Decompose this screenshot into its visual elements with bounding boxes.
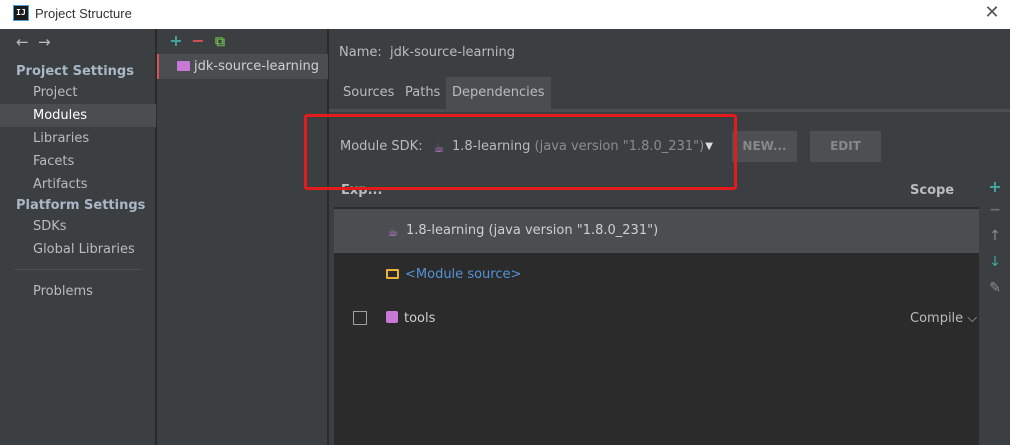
module-source-row-label: <Module source> (386, 253, 521, 297)
nav-item-modules[interactable]: Modules (0, 104, 156, 127)
module-folder-icon (177, 61, 190, 71)
column-scope[interactable]: Scope (910, 183, 954, 198)
module-sdk-label: Module SDK: (340, 139, 423, 154)
table-row[interactable]: <Module source> (334, 253, 979, 297)
table-row[interactable]: ☕ 1.8-learning (java version "1.8.0_231") (334, 209, 979, 253)
module-list-panel: + − ⧉ jdk-source-learning (157, 29, 328, 445)
module-item-label: jdk-source-learning (194, 59, 319, 74)
tab-strip-divider (329, 109, 1010, 112)
tools-text: tools (404, 311, 436, 326)
section-project-settings: Project Settings (16, 64, 134, 79)
window-title: Project Structure (35, 6, 132, 21)
remove-dependency-icon[interactable]: − (980, 202, 1010, 218)
sdk-name: 1.8-learning (452, 139, 531, 154)
nav-divider (14, 269, 142, 270)
module-sdk-dropdown[interactable]: ☕ 1.8-learning (java version "1.8.0_231")… (424, 133, 719, 161)
move-down-icon[interactable]: ↓ (980, 254, 1010, 270)
java-icon: ☕ (387, 225, 399, 239)
nav-item-problems[interactable]: Problems (0, 280, 156, 303)
scope-dropdown[interactable]: Compile ⌵ (910, 297, 977, 341)
java-icon: ☕ (433, 141, 445, 155)
dropdown-arrow-icon: ▼ (705, 141, 713, 152)
new-sdk-button[interactable]: NEW... (732, 131, 797, 162)
add-dependency-icon[interactable]: + (980, 177, 1010, 196)
nav-item-artifacts[interactable]: Artifacts (0, 173, 156, 196)
section-platform-settings: Platform Settings (16, 198, 146, 213)
module-source-text: <Module source> (405, 267, 522, 282)
edit-sdk-button[interactable]: EDIT (810, 131, 881, 162)
nav-item-sdks[interactable]: SDKs (0, 215, 156, 238)
sdk-version: (java version "1.8.0_231") (534, 139, 705, 154)
name-label: Name: (339, 45, 382, 60)
back-arrow-icon[interactable]: ← (16, 33, 38, 51)
dependencies-toolbar: + − ↑ ↓ ✎ (980, 174, 1010, 445)
nav-item-facets[interactable]: Facets (0, 150, 156, 173)
forward-arrow-icon[interactable]: → (38, 33, 60, 51)
module-editor: Name: jdk-source-learning Sources Paths … (329, 29, 1010, 445)
sdk-dependency-text: 1.8-learning (java version "1.8.0_231") (406, 223, 659, 238)
history-nav: ← → (16, 33, 76, 55)
tab-dependencies[interactable]: Dependencies (446, 77, 551, 109)
settings-nav: ← → Project Settings Project Modules Libr… (0, 29, 156, 445)
module-item[interactable]: jdk-source-learning (157, 54, 328, 79)
move-up-icon[interactable]: ↑ (980, 228, 1010, 244)
library-icon (386, 311, 398, 323)
title-bar: IJ Project Structure ✕ (0, 0, 1010, 29)
tab-sources[interactable]: Sources (337, 77, 400, 109)
add-module-icon[interactable]: + (165, 31, 187, 50)
dependencies-table: Exp... Scope ☕ 1.8-learning (java version… (334, 174, 979, 445)
module-toolbar: + − ⧉ (165, 31, 231, 53)
export-checkbox[interactable] (353, 311, 367, 325)
folder-icon (386, 269, 399, 279)
tools-row-label: tools (386, 297, 435, 341)
table-row[interactable]: tools Compile ⌵ (334, 297, 979, 341)
remove-module-icon[interactable]: − (187, 31, 209, 50)
column-export[interactable]: Exp... (341, 183, 382, 198)
nav-item-global-libraries[interactable]: Global Libraries (0, 238, 156, 261)
sdk-dependency-row-label: ☕ 1.8-learning (java version "1.8.0_231") (386, 209, 659, 253)
nav-item-libraries[interactable]: Libraries (0, 127, 156, 150)
module-name-field[interactable]: jdk-source-learning (390, 45, 515, 60)
tab-paths[interactable]: Paths (399, 77, 446, 109)
copy-module-icon[interactable]: ⧉ (209, 34, 231, 50)
edit-dependency-icon[interactable]: ✎ (980, 280, 1010, 296)
intellij-app-icon: IJ (13, 5, 29, 21)
nav-item-project[interactable]: Project (0, 81, 156, 104)
close-icon[interactable]: ✕ (982, 2, 1002, 24)
table-header: Exp... Scope (334, 174, 979, 208)
